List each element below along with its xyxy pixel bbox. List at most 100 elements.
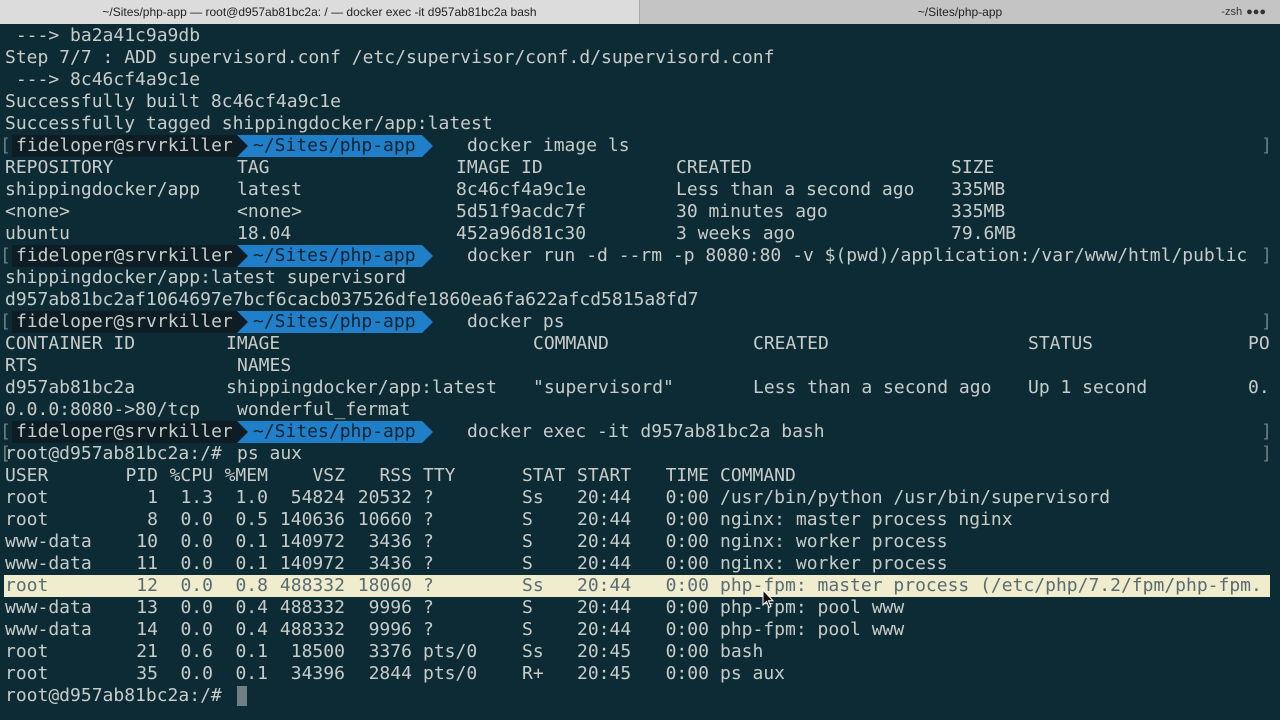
process-row-cell: 8 bbox=[147, 509, 158, 530]
process-row-cell: root bbox=[5, 641, 49, 662]
process-row-cell: S bbox=[522, 597, 533, 618]
process-row-cell: 1.0 bbox=[235, 487, 268, 508]
process-row-cell: 35 bbox=[136, 663, 158, 684]
process-row-cell: 54824 bbox=[290, 487, 345, 508]
process-row-cell: 0:00 bbox=[665, 619, 709, 640]
process-row-cell: 20:44 bbox=[577, 553, 632, 574]
tab-php-app[interactable]: ~/Sites/php-app -zsh ●●● bbox=[640, 0, 1280, 24]
images-table-header-cell: REPOSITORY bbox=[5, 157, 114, 178]
images-table-row-cell: shippingdocker/app bbox=[5, 179, 201, 200]
output-line: ---> ba2a41c9a9db bbox=[5, 25, 201, 46]
process-row-cell: nginx: master process nginx bbox=[720, 509, 1013, 530]
images-table-row-cell: 3 weeks ago bbox=[676, 223, 796, 244]
process-row-cell: 0:00 bbox=[665, 553, 709, 574]
process-row-cell: 20:45 bbox=[577, 663, 632, 684]
prompt-bracket-right: ] bbox=[1261, 311, 1272, 332]
process-table-header-cell: PID bbox=[125, 465, 158, 486]
root-command: ps aux bbox=[237, 443, 303, 464]
process-row-cell: Ss bbox=[522, 487, 544, 508]
process-row-cell: 1.3 bbox=[180, 487, 213, 508]
process-row: www-data 10 0.0 0.1 140972 3436? S 20:44 0:00 ngi… bbox=[0, 531, 1280, 553]
process-table-header-cell: TTY bbox=[423, 465, 456, 486]
prompt-command: docker ps bbox=[467, 311, 565, 332]
prompt-separator-icon bbox=[237, 245, 248, 267]
process-row-cell: 0:00 bbox=[665, 575, 709, 596]
images-table-row-cell: Less than a second ago bbox=[676, 179, 915, 200]
prompt-user: fideloper@srvrkiller bbox=[12, 135, 237, 157]
container-id-line: d957ab81bc2af1064697e7bcf6cacb037526dfe1… bbox=[5, 289, 699, 310]
images-table-header-cell: TAG bbox=[237, 157, 270, 178]
close-icon[interactable] bbox=[8, 5, 20, 17]
process-row-cell: 20:44 bbox=[577, 487, 632, 508]
prompt-path: ~/Sites/php-app bbox=[237, 245, 422, 267]
process-row-cell: 0:00 bbox=[665, 531, 709, 552]
process-row-cell: 11 bbox=[136, 553, 158, 574]
prompt-line: [] fideloper@srvrkiller ~/Sites/php-app doc… bbox=[0, 135, 1280, 157]
process-row-cell: pts/0 bbox=[423, 641, 478, 662]
process-row: root 21 0.6 0.1 18500 3376 pts/0 Ss 20:45 0:00 bas… bbox=[0, 641, 1280, 663]
prompt-line: [] fideloper@srvrkiller ~/Sites/php-app doc… bbox=[0, 311, 1280, 333]
process-row-cell: S bbox=[522, 509, 533, 530]
prompt-user: fideloper@srvrkiller bbox=[12, 245, 237, 267]
prompt-command: docker exec -it d957ab81bc2a bash bbox=[467, 421, 825, 442]
process-row-cell: 0.0 bbox=[180, 509, 213, 530]
process-row-cell: www-data bbox=[5, 619, 92, 640]
process-row: www-data 13 0.0 0.4 488332 9996? S 20:44 0:00 php… bbox=[0, 597, 1280, 619]
process-row-cell: 3376 bbox=[368, 641, 412, 662]
prompt-bracket-left: [ bbox=[0, 311, 11, 332]
process-row-cell: 0.0 bbox=[180, 553, 213, 574]
process-row-cell: 20:44 bbox=[577, 597, 632, 618]
tab-docker-exec[interactable]: ~/Sites/php-app — root@d957ab81bc2a: / —… bbox=[0, 0, 640, 24]
process-row-cell: 0.1 bbox=[235, 531, 268, 552]
prompt-path: ~/Sites/php-app bbox=[237, 311, 422, 333]
process-row-cell: ? bbox=[423, 619, 434, 640]
process-row-cell: 3436 bbox=[368, 553, 412, 574]
process-row-cell: 0.0 bbox=[180, 575, 213, 596]
process-row: root 1 1.3 1.0 54824 20532? Ss 20:44 0:00/usr/bi… bbox=[0, 487, 1280, 509]
prompt-separator-icon bbox=[421, 245, 433, 267]
process-row-cell: bash bbox=[720, 641, 764, 662]
process-row-cell: ? bbox=[423, 509, 434, 530]
output-line: Successfully tagged shippingdocker/app:l… bbox=[5, 113, 493, 134]
prompt-separator-icon bbox=[421, 135, 433, 157]
images-table-header: REPOSITORY TAG IMAGE ID CREATED SIZE bbox=[0, 157, 1280, 179]
process-table-header-cell: COMMAND bbox=[720, 465, 796, 486]
process-row-cell: 9996 bbox=[368, 619, 412, 640]
ps-table-header-cell: CREATED bbox=[753, 333, 829, 354]
prompt-separator-icon bbox=[237, 421, 248, 443]
root-prompt: root@d957ab81bc2a:/# bbox=[5, 685, 222, 706]
process-row-cell: 34396 bbox=[290, 663, 345, 684]
process-row-cell: www-data bbox=[5, 597, 92, 618]
ps-table-header-cell: PO bbox=[1248, 333, 1270, 354]
process-row-cell: 0:00 bbox=[665, 509, 709, 530]
ps-table-header-cell: IMAGE bbox=[226, 333, 281, 354]
process-row-cell: 9996 bbox=[368, 597, 412, 618]
process-row-cell: /usr/bin/python /usr/bin/supervisord bbox=[720, 487, 1111, 508]
text-cursor bbox=[237, 686, 247, 706]
process-row-cell: 18500 bbox=[290, 641, 345, 662]
tab-bar: ~/Sites/php-app — root@d957ab81bc2a: / —… bbox=[0, 0, 1280, 24]
process-row: root 35 0.0 0.1 34396 2844 pts/0 R+ 20:45 0:00 ps … bbox=[0, 663, 1280, 685]
process-row-cell: S bbox=[522, 531, 533, 552]
output-line: Step 7/7 : ADD supervisord.conf /etc/sup… bbox=[5, 47, 775, 68]
process-row-cell: 18060 bbox=[357, 575, 412, 596]
images-table-row-cell: 8c46cf4a9c1e bbox=[456, 179, 587, 200]
prompt-bracket-right: ] bbox=[1261, 421, 1272, 442]
process-row-cell: 14 bbox=[136, 619, 158, 640]
terminal-window: ~/Sites/php-app — root@d957ab81bc2a: / —… bbox=[0, 0, 1280, 720]
process-row-cell: www-data bbox=[5, 531, 92, 552]
process-row-cell: 488332 bbox=[279, 619, 345, 640]
process-row-cell: R+ bbox=[522, 663, 544, 684]
process-row-cell: 0:00 bbox=[665, 663, 709, 684]
process-table-header-cell: TIME bbox=[665, 465, 709, 486]
images-table-row-cell: ubuntu bbox=[5, 223, 71, 244]
images-table-row-cell: <none> bbox=[5, 201, 71, 222]
process-row-cell: php-fpm: pool www bbox=[720, 619, 905, 640]
process-row-cell: 20:44 bbox=[577, 575, 632, 596]
prompt-path: ~/Sites/php-app bbox=[237, 421, 422, 443]
terminal-output[interactable]: ---> ba2a41c9a9db Step 7/7 : ADD supervis… bbox=[0, 25, 1280, 720]
process-row-cell: ? bbox=[423, 597, 434, 618]
images-table-row-cell: 79.6MB bbox=[951, 223, 1017, 244]
prompt-separator-icon bbox=[421, 311, 433, 333]
process-table-header-cell: USER bbox=[5, 465, 49, 486]
